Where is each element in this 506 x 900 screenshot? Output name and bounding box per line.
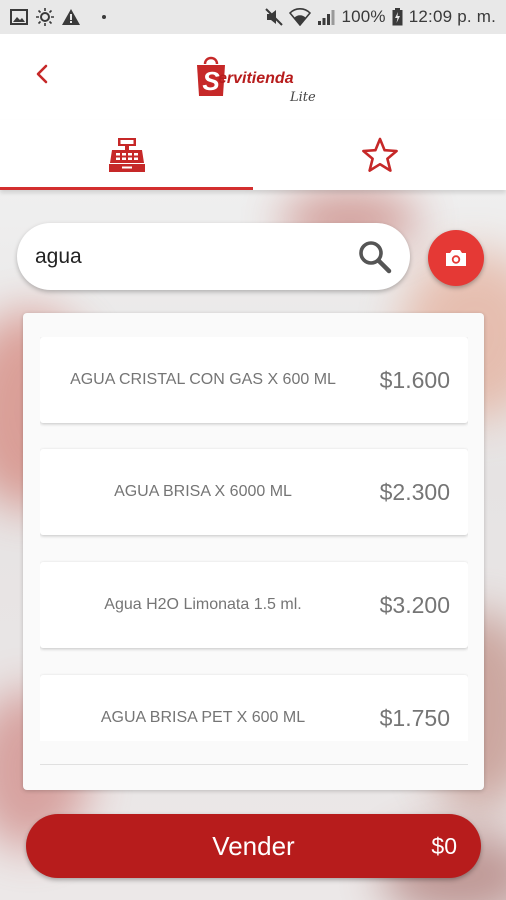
search-button[interactable]: [356, 238, 394, 276]
cash-register-icon: [108, 138, 145, 172]
brightness-icon: [36, 8, 54, 26]
sell-total: $0: [431, 832, 457, 859]
tab-favorites[interactable]: [253, 120, 506, 190]
status-left-icons: [10, 8, 106, 26]
logo-subtitle: Lite: [290, 90, 316, 105]
servitienda-logo: S ervitienda Lite: [194, 48, 324, 108]
app-bar: S ervitienda Lite: [0, 34, 506, 120]
mute-icon: [265, 8, 284, 26]
tab-cash-register[interactable]: [0, 120, 253, 190]
product-name: Agua H2O Limonata 1.5 ml.: [104, 596, 302, 613]
star-icon: [361, 137, 398, 172]
wifi-icon: [289, 8, 312, 26]
product-item[interactable]: AGUA BRISA PET X 600 ML $1.750: [40, 675, 468, 741]
sell-button[interactable]: Vender $0: [26, 814, 481, 878]
product-name: AGUA CRISTAL CON GAS X 600 ML: [70, 371, 336, 388]
image-notification-icon: [10, 9, 28, 25]
status-right: 100% 12:09 p. m.: [265, 7, 496, 27]
tab-bar: [0, 120, 506, 190]
search-icon: [359, 240, 392, 273]
back-button[interactable]: [28, 60, 56, 88]
search-bar: [17, 223, 410, 290]
camera-icon: [446, 250, 466, 266]
logo-text: ervitienda: [218, 70, 294, 87]
battery-percent: 100%: [341, 7, 386, 26]
status-bar: 100% 12:09 p. m.: [0, 0, 506, 34]
product-price: $1.600: [379, 366, 450, 393]
product-price: $2.300: [379, 478, 450, 505]
battery-icon: [392, 8, 403, 26]
product-item[interactable]: AGUA CRISTAL CON GAS X 600 ML $1.600: [40, 337, 468, 423]
product-item[interactable]: Agua H2O Limonata 1.5 ml. $3.200: [40, 562, 468, 648]
clock: 12:09 p. m.: [408, 7, 496, 26]
product-price: $3.200: [379, 591, 450, 618]
product-name: AGUA BRISA X 6000 ML: [114, 483, 292, 500]
chevron-left-icon: [36, 64, 48, 84]
product-list-card: AGUA CRISTAL CON GAS X 600 ML $1.600 AGU…: [23, 313, 484, 790]
search-input[interactable]: [35, 244, 356, 269]
signal-icon: [318, 10, 335, 25]
warning-icon: [62, 9, 80, 25]
product-name: AGUA BRISA PET X 600 ML: [100, 709, 306, 726]
notification-dot: [102, 15, 106, 19]
product-price: $1.750: [379, 704, 450, 731]
product-list: AGUA CRISTAL CON GAS X 600 ML $1.600 AGU…: [40, 337, 468, 741]
product-item[interactable]: AGUA BRISA X 6000 ML $2.300: [40, 449, 468, 535]
sell-label: Vender: [212, 830, 295, 861]
camera-scan-button[interactable]: [428, 230, 484, 286]
list-divider: [40, 764, 468, 765]
